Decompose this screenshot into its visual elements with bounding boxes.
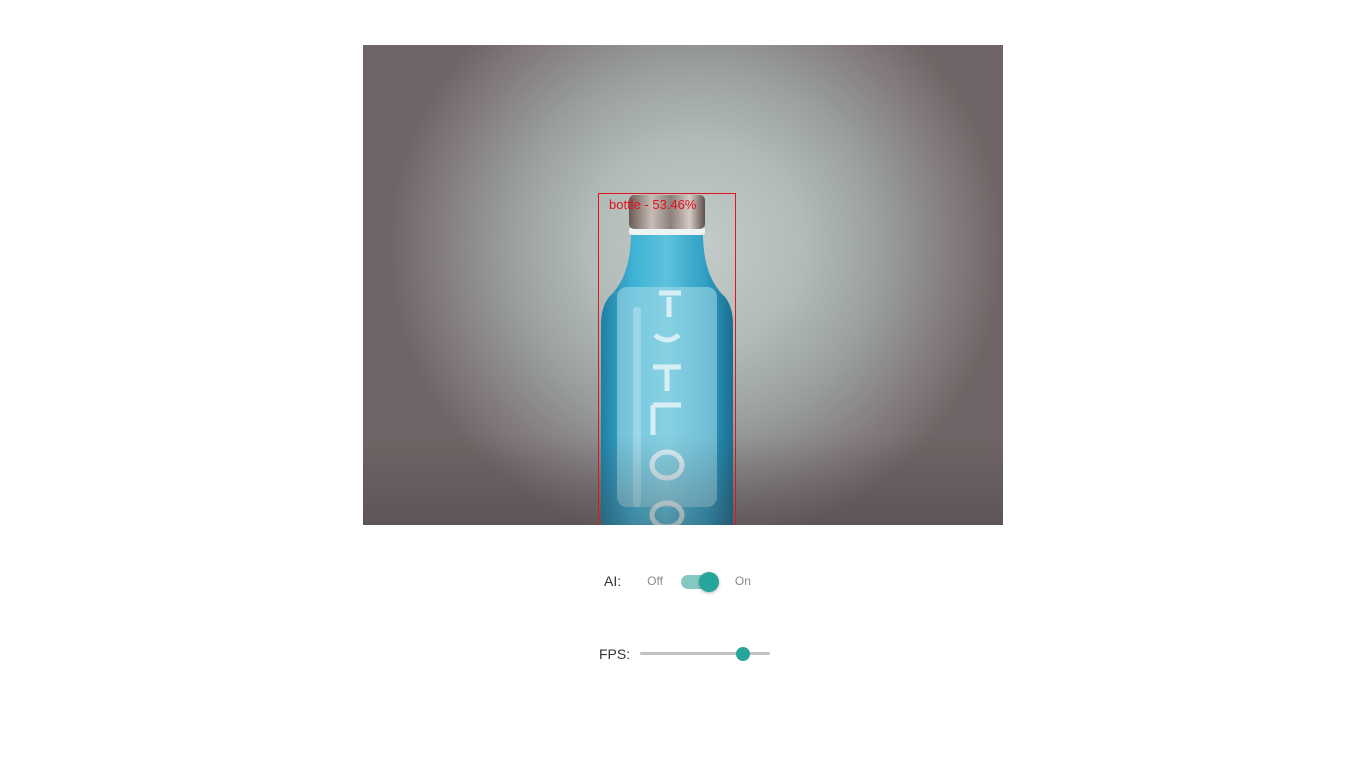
ai-toggle-thumb[interactable] bbox=[698, 572, 719, 592]
ai-toggle-row: AI: Off On bbox=[604, 567, 751, 595]
fps-slider[interactable] bbox=[640, 642, 771, 666]
ai-label: AI: bbox=[604, 573, 622, 589]
camera-feed: bottle - 53.46% bbox=[363, 45, 1003, 525]
page: bottle - 53.46% AI: Off On FPS: bbox=[0, 0, 1366, 768]
ai-toggle-switch[interactable] bbox=[680, 569, 719, 593]
fps-row: FPS: bbox=[599, 642, 771, 666]
fps-slider-track bbox=[640, 652, 771, 655]
ai-on-text: On bbox=[734, 574, 751, 588]
fps-slider-thumb[interactable] bbox=[735, 647, 750, 661]
fps-label: FPS: bbox=[599, 646, 631, 662]
detection-label: bottle - 53.46% bbox=[609, 197, 697, 212]
ai-off-text: Off bbox=[647, 574, 663, 588]
detection-box: bottle - 53.46% bbox=[598, 193, 736, 525]
